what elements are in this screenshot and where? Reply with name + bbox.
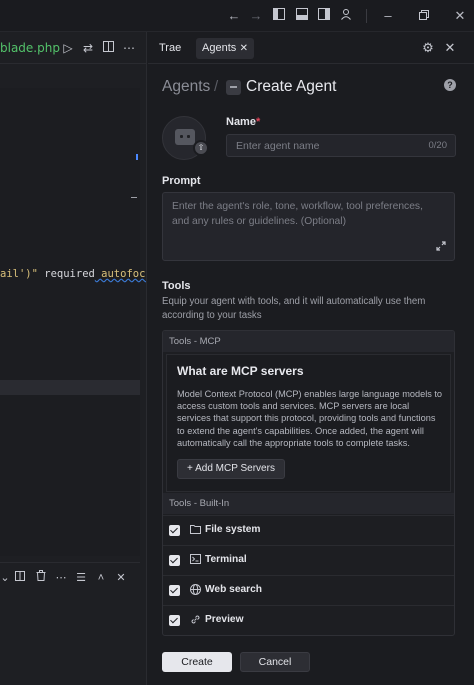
prompt-field[interactable]: [162, 192, 455, 261]
run-icon[interactable]: ▷: [60, 40, 76, 56]
tool-row-terminal[interactable]: Terminal: [163, 545, 454, 575]
panel-settings-icon[interactable]: ☰: [74, 570, 88, 586]
code-area[interactable]: ail')" required autofocu: [0, 88, 146, 556]
split-terminal-icon[interactable]: [13, 570, 27, 586]
code-editor: blade.php ▷ ⇄ ⋯ ail')" required autofocu…: [0, 32, 147, 685]
create-button[interactable]: Create: [162, 652, 232, 672]
agent-panel-tabs: Trae Agents ✕ ⚙ ✕: [148, 32, 474, 64]
forward-icon[interactable]: →: [248, 8, 264, 24]
more-icon[interactable]: ⋯: [121, 40, 137, 56]
robot-icon: [175, 129, 195, 145]
code-line: ail')" required autofocu: [0, 268, 147, 280]
agent-name-input[interactable]: [227, 135, 417, 156]
split-editor-icon[interactable]: [100, 40, 116, 56]
back-icon[interactable]: ←: [226, 8, 242, 24]
bottom-panel-toolbar: ⌄ ⋯ ☰ ˄ ✕: [0, 562, 140, 592]
chevron-down-icon[interactable]: ⌄: [0, 570, 12, 586]
tool-row-preview[interactable]: Preview: [163, 605, 454, 635]
tools-card: Tools - MCP What are MCP servers Model C…: [162, 330, 455, 636]
add-mcp-servers-button[interactable]: + Add MCP Servers: [177, 459, 285, 479]
scroll-marker: [131, 197, 137, 198]
minimize-icon[interactable]: –: [380, 8, 396, 24]
editor-file-tab[interactable]: blade.php: [0, 41, 60, 55]
tools-label: Tools: [162, 280, 191, 292]
prompt-textarea[interactable]: [163, 193, 443, 260]
agent-name-field[interactable]: 0/20: [226, 134, 456, 157]
cancel-button[interactable]: Cancel: [240, 652, 310, 672]
tool-row-web-search[interactable]: Web search: [163, 575, 454, 605]
tool-label: Web search: [205, 584, 263, 595]
close-panel-icon[interactable]: ✕: [114, 570, 128, 586]
editor-tab-row: blade.php ▷ ⇄ ⋯: [0, 32, 146, 64]
tab-close-icon[interactable]: ✕: [240, 38, 248, 59]
chevron-up-icon[interactable]: ˄: [94, 570, 108, 586]
tool-label: File system: [205, 524, 261, 535]
scroll-marker: [136, 154, 138, 160]
tab-agents[interactable]: Agents ✕: [196, 38, 254, 59]
tool-label: Terminal: [205, 554, 247, 565]
gear-icon[interactable]: ⚙: [420, 40, 436, 56]
close-icon[interactable]: ✕: [452, 8, 468, 24]
tab-agents-label: Agents: [202, 42, 237, 54]
tab-trae[interactable]: Trae: [153, 38, 187, 59]
page-title: Create Agent: [246, 78, 337, 95]
mcp-title: What are MCP servers: [177, 364, 304, 378]
globe-icon: [189, 584, 201, 596]
tool-label: Preview: [205, 614, 244, 625]
compare-icon[interactable]: ⇄: [80, 40, 96, 56]
tool-checkbox[interactable]: [169, 615, 180, 626]
mcp-info-box: What are MCP servers Model Context Proto…: [166, 354, 451, 492]
name-label: Name*: [226, 116, 261, 128]
agent-bot-icon: [226, 80, 241, 95]
tool-row-file-system[interactable]: File system: [163, 515, 454, 545]
help-icon[interactable]: ?: [444, 79, 456, 91]
mcp-description: Model Context Protocol (MCP) enables lar…: [177, 389, 443, 448]
upload-avatar-icon[interactable]: ⇧: [193, 140, 209, 156]
account-icon[interactable]: [338, 8, 354, 24]
expand-icon[interactable]: [436, 241, 446, 251]
restore-icon[interactable]: [416, 8, 432, 24]
layout-left-icon[interactable]: [271, 8, 287, 24]
tools-description: Equip your agent with tools, and it will…: [162, 296, 426, 321]
trash-icon[interactable]: [34, 570, 48, 586]
breadcrumb-agents[interactable]: Agents: [162, 78, 210, 96]
folder-icon: [189, 524, 201, 536]
tool-checkbox[interactable]: [169, 555, 180, 566]
prompt-label: Prompt: [162, 175, 201, 187]
tool-checkbox[interactable]: [169, 585, 180, 596]
required-mark: *: [255, 116, 261, 128]
tools-mcp-header: Tools - MCP: [163, 331, 454, 352]
agent-panel: Trae Agents ✕ ⚙ ✕ Agents / Create Agent …: [148, 32, 474, 685]
link-icon: [189, 614, 201, 626]
close-panel-icon[interactable]: ✕: [442, 40, 458, 56]
layout-bottom-icon[interactable]: [294, 8, 310, 24]
more-icon[interactable]: ⋯: [54, 570, 68, 586]
tool-checkbox[interactable]: [169, 525, 180, 536]
breadcrumb-separator: /: [214, 78, 219, 95]
titlebar-divider: [366, 9, 367, 23]
window-titlebar: ← → – ✕: [0, 0, 474, 32]
tools-builtin-header: Tools - Built-In: [163, 493, 454, 514]
layout-right-icon[interactable]: [316, 8, 332, 24]
current-line-highlight: [0, 380, 140, 395]
terminal-icon: [189, 554, 201, 566]
name-char-counter: 0/20: [428, 140, 448, 151]
